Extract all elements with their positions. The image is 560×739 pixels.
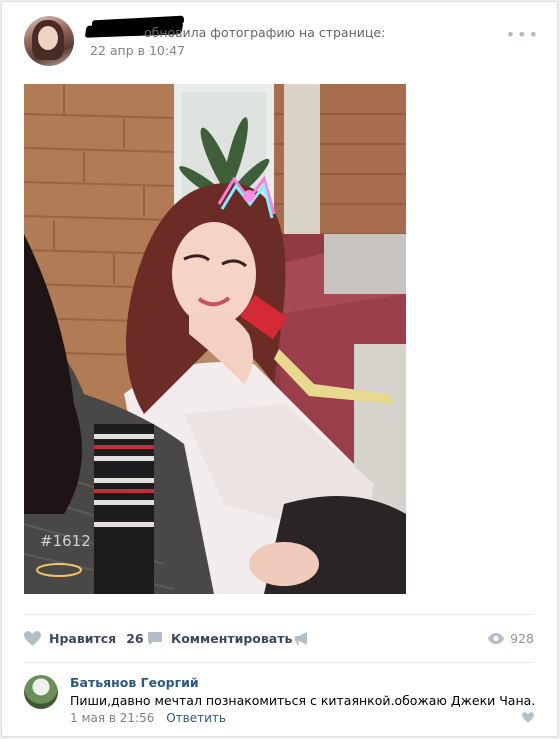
commenter-name[interactable]: Батьянов Георгий	[70, 675, 199, 690]
commenter-avatar[interactable]	[24, 675, 58, 709]
post-header: обновила фотографию на странице: 22 апр …	[24, 15, 544, 68]
comment-icon	[148, 631, 162, 645]
comment-text: Пиши,давно мечтал познакомиться с китаян…	[70, 693, 536, 708]
more-dots-icon[interactable]: •••	[506, 27, 540, 43]
heart-icon[interactable]	[522, 712, 534, 723]
post-action-text: обновила фотографию на странице:	[144, 25, 386, 40]
comment-button[interactable]: Комментировать	[147, 626, 292, 650]
author-avatar[interactable]	[24, 16, 74, 66]
share-button[interactable]	[294, 626, 319, 650]
photo-watermark: #1612	[40, 532, 91, 550]
eye-icon	[488, 632, 505, 644]
comment-item: Батьянов Георгий Пиши,давно мечтал позна…	[24, 674, 536, 734]
comment-label: Комментировать	[171, 630, 293, 646]
divider	[24, 614, 534, 615]
views-counter: 928	[488, 626, 534, 650]
post-photo[interactable]: #1612	[24, 84, 406, 594]
like-label: Нравится	[49, 630, 117, 646]
like-count: 26	[126, 630, 144, 646]
like-button[interactable]: Нравится 26	[24, 626, 144, 650]
comment-date[interactable]: 1 мая в 21:56	[70, 711, 154, 725]
divider	[24, 662, 534, 663]
megaphone-icon	[295, 631, 307, 645]
heart-icon	[24, 630, 41, 646]
post-date[interactable]: 22 апр в 10:47	[90, 43, 185, 58]
reply-link[interactable]: Ответить	[166, 711, 226, 725]
comment-meta: 1 мая в 21:56 Ответить	[70, 711, 226, 725]
post-actions: Нравится 26 Комментировать 928	[24, 626, 534, 650]
views-count: 928	[510, 630, 534, 646]
